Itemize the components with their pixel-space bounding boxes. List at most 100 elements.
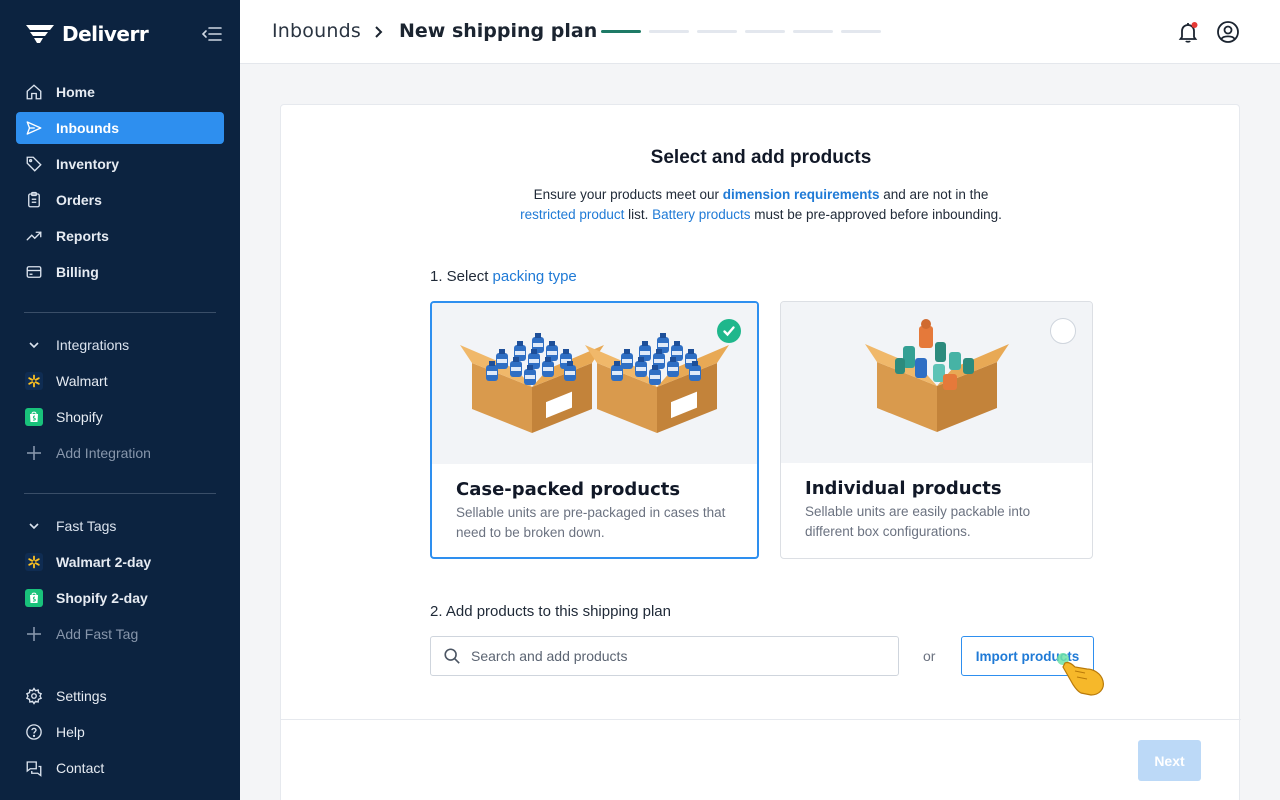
sidebar-item-reports[interactable]: Reports xyxy=(16,220,224,252)
integrations-section-toggle[interactable]: Integrations xyxy=(16,329,224,361)
sidebar-item-label: Walmart xyxy=(56,373,108,389)
box-of-mixed-products-illustration xyxy=(865,319,1009,432)
packing-type-link[interactable]: packing type xyxy=(493,268,577,285)
sidebar-item-walmart[interactable]: Walmart xyxy=(16,365,224,397)
search-icon xyxy=(444,648,460,664)
integrations-title: Integrations xyxy=(56,337,130,353)
add-fast-tag-label: Add Fast Tag xyxy=(56,626,139,642)
add-integration-button[interactable]: Add Integration xyxy=(16,437,224,469)
card-title: Select and add products xyxy=(650,147,872,168)
progress-steps xyxy=(601,30,881,33)
selected-check-icon xyxy=(717,319,741,343)
case-packed-option[interactable]: Case-packed products Sellable units are … xyxy=(430,301,759,559)
help-circle-icon xyxy=(24,722,44,742)
step1-label: 1. Select packing type xyxy=(430,268,577,285)
progress-step xyxy=(841,30,881,33)
credit-card-icon xyxy=(24,262,44,282)
next-button[interactable]: Next xyxy=(1138,740,1201,781)
or-separator: or xyxy=(923,648,936,664)
shipping-plan-card: Select and add products Ensure your prod… xyxy=(280,104,1241,800)
option-description: Sellable units are easily packable into … xyxy=(805,504,1031,539)
sidebar-item-label: Settings xyxy=(56,688,107,704)
individual-option[interactable]: Individual products Sellable units are e… xyxy=(780,301,1093,559)
option-title: Individual products xyxy=(805,478,1002,499)
sidebar-item-label: Walmart 2-day xyxy=(56,554,152,570)
option-description: Sellable units are pre-packaged in cases… xyxy=(456,505,726,540)
shopify-icon xyxy=(24,588,44,608)
progress-step xyxy=(601,30,641,33)
pointer-hand-icon xyxy=(1057,653,1104,696)
option-radio[interactable] xyxy=(1050,318,1076,344)
desc-text: Ensure your products meet our xyxy=(533,187,723,202)
sidebar-item-label: Help xyxy=(56,724,85,740)
sidebar-item-shopify-2day[interactable]: Shopify 2-day xyxy=(16,582,224,614)
shopify-icon xyxy=(24,407,44,427)
sidebar-divider xyxy=(24,312,216,313)
sidebar-item-settings[interactable]: Settings xyxy=(16,680,224,712)
chevron-right-icon xyxy=(375,26,383,38)
battery-products-link[interactable]: Battery products xyxy=(652,207,750,222)
option-title: Case-packed products xyxy=(456,479,681,500)
add-fast-tag-button[interactable]: Add Fast Tag xyxy=(16,618,224,650)
sidebar: Deliverr Home Inbounds Inventory Orders … xyxy=(0,0,240,800)
tag-icon xyxy=(24,154,44,174)
walmart-icon xyxy=(24,552,44,572)
sidebar-item-label: Reports xyxy=(56,228,109,244)
collapse-sidebar-icon[interactable] xyxy=(200,22,224,46)
logo-text: Deliverr xyxy=(62,22,149,46)
boxes-of-bottles-illustration xyxy=(460,333,729,433)
page-title: New shipping plan xyxy=(399,20,598,42)
chevron-down-icon xyxy=(24,335,44,355)
sidebar-item-contact[interactable]: Contact xyxy=(16,752,224,784)
logo-mark-icon xyxy=(26,25,54,43)
card-footer-divider xyxy=(281,719,1241,720)
home-icon xyxy=(24,82,44,102)
case-packed-illustration xyxy=(432,303,757,464)
dimension-requirements-link[interactable]: dimension requirements xyxy=(723,187,880,202)
desc-text: and are not in the xyxy=(879,187,989,202)
sidebar-item-home[interactable]: Home xyxy=(16,76,224,108)
card-description: Ensure your products meet our dimension … xyxy=(481,185,1041,225)
progress-step xyxy=(793,30,833,33)
desc-text: list. xyxy=(624,207,653,222)
sidebar-item-inventory[interactable]: Inventory xyxy=(16,148,224,180)
sidebar-item-label: Shopify xyxy=(56,409,103,425)
gear-icon xyxy=(24,686,44,706)
sidebar-divider xyxy=(24,493,216,494)
plus-icon xyxy=(24,624,44,644)
sidebar-item-walmart-2day[interactable]: Walmart 2-day xyxy=(16,546,224,578)
breadcrumb-parent[interactable]: Inbounds xyxy=(272,20,361,42)
sidebar-item-label: Orders xyxy=(56,192,102,208)
product-search[interactable] xyxy=(430,636,899,676)
fast-tags-title: Fast Tags xyxy=(56,518,117,534)
progress-step xyxy=(697,30,737,33)
search-input[interactable] xyxy=(471,648,871,664)
individual-illustration xyxy=(781,302,1092,463)
progress-step xyxy=(649,30,689,33)
fast-tags-section-toggle[interactable]: Fast Tags xyxy=(16,510,224,542)
sidebar-item-label: Inventory xyxy=(56,156,120,172)
notification-bell-icon[interactable] xyxy=(1176,20,1200,44)
trend-icon xyxy=(24,226,44,246)
sidebar-item-label: Billing xyxy=(56,264,99,280)
restricted-product-link[interactable]: restricted product xyxy=(520,207,624,222)
chevron-down-icon xyxy=(24,516,44,536)
user-account-icon[interactable] xyxy=(1216,20,1240,44)
deliverr-logo[interactable]: Deliverr xyxy=(24,20,149,48)
plus-icon xyxy=(24,443,44,463)
add-integration-label: Add Integration xyxy=(56,445,151,461)
top-header: Inbounds New shipping plan xyxy=(240,0,1280,64)
sidebar-item-label: Home xyxy=(56,84,95,100)
send-icon xyxy=(24,118,44,138)
desc-text: must be pre-approved before inbounding. xyxy=(750,207,1002,222)
sidebar-item-billing[interactable]: Billing xyxy=(16,256,224,288)
chat-icon xyxy=(24,758,44,778)
sidebar-item-orders[interactable]: Orders xyxy=(16,184,224,216)
progress-step xyxy=(745,30,785,33)
sidebar-item-help[interactable]: Help xyxy=(16,716,224,748)
step1-prefix: 1. Select xyxy=(430,268,493,285)
sidebar-item-label: Contact xyxy=(56,760,105,776)
sidebar-item-shopify[interactable]: Shopify xyxy=(16,401,224,433)
sidebar-item-label: Inbounds xyxy=(56,120,119,136)
sidebar-item-inbounds[interactable]: Inbounds xyxy=(16,112,224,144)
